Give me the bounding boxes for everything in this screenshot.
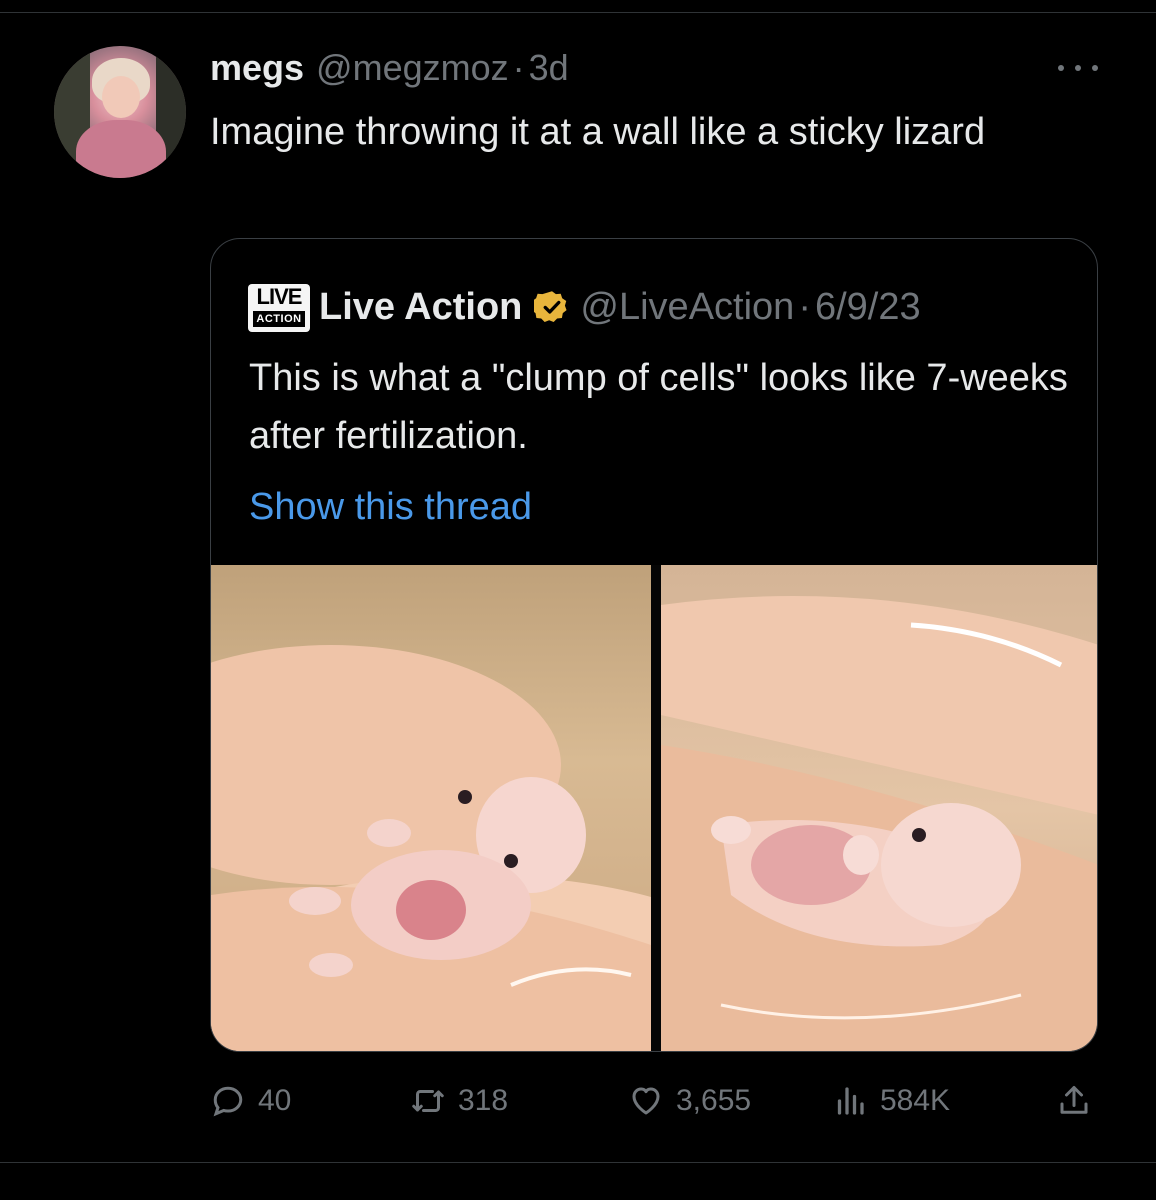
share-icon <box>1060 1086 1088 1114</box>
more-dot-icon <box>1058 65 1064 71</box>
more-dot-icon <box>1075 65 1081 71</box>
views-icon <box>837 1087 864 1115</box>
quote-text: This is what a "clump of cells" looks li… <box>249 357 1068 457</box>
share-button[interactable] <box>1056 1076 1092 1126</box>
quote-header: Live Action @LiveAction · 6/9/23 <box>319 281 921 333</box>
retweet-count: 318 <box>458 1084 509 1117</box>
quote-handle[interactable]: @LiveAction <box>580 281 794 333</box>
quote-display-name[interactable]: Live Action <box>319 281 522 333</box>
user-handle[interactable]: @megzmoz <box>316 44 509 92</box>
reply-count: 40 <box>258 1084 292 1117</box>
view-count: 584K <box>880 1084 951 1117</box>
retweet-button[interactable]: 318 <box>410 1076 508 1126</box>
like-button[interactable]: 3,655 <box>628 1076 751 1126</box>
avatar[interactable] <box>54 46 186 178</box>
top-divider <box>0 12 1156 13</box>
quote-date[interactable]: 6/9/23 <box>815 281 921 333</box>
more-dot-icon <box>1092 65 1098 71</box>
tweet-header: megs @megzmoz · 3d <box>210 44 569 92</box>
separator-dot: · <box>512 47 525 88</box>
tweet-time[interactable]: 3d <box>529 44 569 92</box>
retweet-icon <box>412 1090 444 1112</box>
tweet-actions: 40 318 3,655 584K <box>210 1076 1098 1126</box>
media-photo-right[interactable] <box>661 565 1097 1051</box>
logo-text-action: ACTION <box>253 311 305 327</box>
show-thread-link[interactable]: Show this thread <box>249 481 532 533</box>
views-button[interactable]: 584K <box>832 1076 950 1126</box>
live-action-logo[interactable]: LIVE ACTION <box>248 284 310 332</box>
logo-text-live: LIVE <box>256 284 303 309</box>
bottom-divider <box>0 1162 1156 1163</box>
reply-button[interactable]: 40 <box>210 1076 291 1126</box>
reply-icon <box>213 1086 243 1117</box>
more-options-button[interactable] <box>1058 56 1098 80</box>
tweet-text: Imagine throwing it at a wall like a sti… <box>210 111 986 153</box>
photo-right-illustration <box>661 596 1097 1051</box>
media-grid <box>211 565 1097 1051</box>
quote-separator-dot: · <box>798 286 811 328</box>
media-photo-left[interactable] <box>211 565 651 1051</box>
verified-badge-icon <box>534 291 567 322</box>
like-count: 3,655 <box>676 1084 752 1117</box>
quoted-tweet[interactable]: LIVE ACTION Live Action @LiveAction · 6/… <box>210 238 1098 1052</box>
display-name[interactable]: megs <box>210 44 304 92</box>
photo-left-illustration <box>211 645 651 1051</box>
like-icon <box>632 1087 660 1115</box>
